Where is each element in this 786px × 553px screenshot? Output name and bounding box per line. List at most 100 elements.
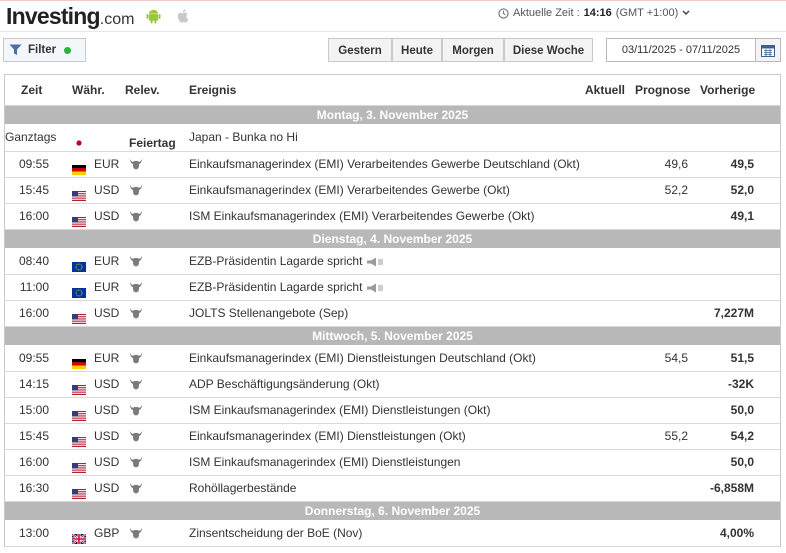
toolbar: Filter Gestern Heute Morgen Diese Woche … bbox=[0, 38, 786, 64]
event-row[interactable]: 16:30 USD Rohöllagerbestände -6,858M bbox=[5, 476, 780, 502]
event-row[interactable]: 16:00 USD JOLTS Stellenangebote (Sep) 7,227… bbox=[5, 301, 780, 327]
event-name[interactable]: ADP Beschäftigungsänderung (Okt) bbox=[189, 372, 380, 397]
event-currency: USD bbox=[94, 377, 120, 391]
bull-icon bbox=[129, 184, 143, 196]
event-row[interactable]: 09:55 EUR Einkaufsmanagerindex (EMI) Diens… bbox=[5, 346, 780, 372]
speech-icon bbox=[362, 280, 384, 294]
bull-icon bbox=[129, 210, 143, 222]
chevron-down-icon[interactable] bbox=[682, 10, 690, 16]
event-row[interactable]: 15:00 USD ISM Einkaufsmanagerindex (EMI) D… bbox=[5, 398, 780, 424]
event-row[interactable]: 11:00 EUR EZB-Präsidentin Lagarde spricht bbox=[5, 275, 780, 301]
col-event[interactable]: Ereignis bbox=[189, 83, 236, 97]
clock-icon bbox=[498, 7, 509, 19]
event-previous: 7,227M bbox=[713, 306, 754, 320]
event-time: 16:00 bbox=[18, 209, 49, 223]
bull-icon bbox=[129, 456, 143, 468]
top-bar: Investing.com Aktuelle Zeit : 14:16 (GMT… bbox=[0, 0, 786, 32]
flag-us-icon bbox=[72, 379, 86, 395]
event-time: 15:00 bbox=[18, 403, 49, 417]
event-time: 08:40 bbox=[18, 254, 49, 268]
event-name[interactable]: Einkaufsmanagerindex (EMI) Verarbeitende… bbox=[189, 152, 580, 177]
event-name[interactable]: ISM Einkaufsmanagerindex (EMI) Dienstlei… bbox=[189, 450, 460, 475]
today-button[interactable]: Heute bbox=[392, 38, 442, 62]
event-row[interactable]: 08:40 EUR EZB-Präsidentin Lagarde spricht bbox=[5, 249, 780, 275]
bull-icon bbox=[129, 482, 143, 494]
yesterday-button[interactable]: Gestern bbox=[328, 38, 392, 62]
event-currency: USD bbox=[94, 209, 120, 223]
filter-button[interactable]: Filter bbox=[3, 38, 86, 62]
event-time: Ganztags bbox=[5, 130, 57, 144]
event-currency: USD bbox=[94, 429, 120, 443]
day-separator: Dienstag, 4. November 2025 bbox=[5, 230, 780, 249]
flag-de-icon bbox=[72, 353, 86, 369]
event-name[interactable]: EZB-Präsidentin Lagarde spricht bbox=[189, 275, 384, 300]
tomorrow-button[interactable]: Morgen bbox=[442, 38, 504, 62]
flag-eu-icon bbox=[72, 256, 86, 272]
event-row[interactable]: 16:00 USD ISM Einkaufsmanagerindex (EMI) V… bbox=[5, 204, 780, 230]
event-previous: 54,2 bbox=[730, 429, 754, 443]
event-time: 13:00 bbox=[18, 526, 49, 540]
flag-jp-icon bbox=[72, 132, 86, 148]
flag-gb-icon bbox=[71, 528, 87, 545]
event-row[interactable]: 15:45 USD Einkaufsmanagerindex (EMI) Diens… bbox=[5, 424, 780, 450]
flag-de-icon bbox=[72, 159, 86, 175]
event-name[interactable]: Zinsentscheidung der BoE (Nov) bbox=[189, 521, 362, 546]
event-time: 14:15 bbox=[18, 377, 49, 391]
col-time[interactable]: Zeit bbox=[21, 83, 42, 97]
col-actual[interactable]: Aktuell bbox=[585, 83, 625, 97]
clock-timezone: (GMT +1:00) bbox=[615, 7, 679, 19]
date-range-input[interactable]: 03/11/2025 - 07/11/2025 bbox=[606, 38, 756, 62]
this-week-button[interactable]: Diese Woche bbox=[504, 38, 593, 62]
col-previous[interactable]: Vorherige bbox=[700, 83, 755, 97]
clock[interactable]: Aktuelle Zeit : 14:16 (GMT +1:00) bbox=[498, 7, 690, 19]
event-name[interactable]: ISM Einkaufsmanagerindex (EMI) Dienstlei… bbox=[189, 398, 490, 423]
event-previous: 52,0 bbox=[730, 183, 754, 197]
filter-label: Filter bbox=[28, 44, 57, 56]
event-name[interactable]: Rohöllagerbestände bbox=[189, 476, 296, 501]
event-time: 15:45 bbox=[18, 429, 49, 443]
event-row[interactable]: 14:15 USD ADP Beschäftigungsänderung (Okt)… bbox=[5, 372, 780, 398]
event-name[interactable]: JOLTS Stellenangebote (Sep) bbox=[189, 301, 348, 326]
investing-logo[interactable]: Investing.com bbox=[6, 3, 134, 30]
event-row[interactable]: 15:45 USD Einkaufsmanagerindex (EMI) Verar… bbox=[5, 178, 780, 204]
event-time: 09:55 bbox=[18, 157, 49, 171]
event-name[interactable]: Einkaufsmanagerindex (EMI) Dienstleistun… bbox=[189, 346, 536, 371]
event-name[interactable]: EZB-Präsidentin Lagarde spricht bbox=[189, 249, 384, 274]
day-separator: Donnerstag, 6. November 2025 bbox=[5, 502, 780, 521]
col-importance[interactable]: Relev. bbox=[125, 83, 159, 97]
flag-us-icon bbox=[72, 483, 86, 499]
event-previous: 51,5 bbox=[730, 351, 754, 365]
event-name[interactable]: Einkaufsmanagerindex (EMI) Dienstleistun… bbox=[189, 424, 466, 449]
event-previous: -6,858M bbox=[709, 481, 754, 495]
bull-icon bbox=[129, 404, 143, 416]
event-row[interactable]: 13:00 GBP Zinsentscheidung der BoE (Nov) 4,… bbox=[5, 521, 780, 547]
flag-us-icon bbox=[72, 405, 86, 421]
event-currency: GBP bbox=[94, 526, 120, 540]
event-previous: 50,0 bbox=[730, 455, 754, 469]
apple-icon[interactable] bbox=[176, 8, 191, 24]
economic-calendar-table: Zeit Währ. Relev. Ereignis Aktuell Progn… bbox=[4, 74, 781, 547]
event-time: 16:30 bbox=[18, 481, 49, 495]
event-time: 09:55 bbox=[18, 351, 49, 365]
event-row[interactable]: 16:00 USD ISM Einkaufsmanagerindex (EMI) D… bbox=[5, 450, 780, 476]
calendar-button[interactable] bbox=[756, 38, 781, 62]
event-row[interactable]: Ganztags Feiertag Japan - Bunka no Hi bbox=[5, 125, 780, 152]
col-currency[interactable]: Währ. bbox=[72, 83, 105, 97]
event-name[interactable]: Einkaufsmanagerindex (EMI) Verarbeitende… bbox=[189, 178, 510, 203]
event-currency: EUR bbox=[94, 254, 120, 268]
flag-us-icon bbox=[72, 308, 86, 324]
funnel-icon bbox=[9, 44, 22, 55]
event-name[interactable]: ISM Einkaufsmanagerindex (EMI) Verarbeit… bbox=[189, 204, 534, 229]
col-forecast[interactable]: Prognose bbox=[635, 83, 690, 97]
event-time: 16:00 bbox=[18, 306, 49, 320]
event-previous: 49,1 bbox=[730, 209, 754, 223]
event-name[interactable]: Japan - Bunka no Hi bbox=[189, 125, 298, 150]
event-row[interactable]: 09:55 EUR Einkaufsmanagerindex (EMI) Verar… bbox=[5, 152, 780, 178]
bull-icon bbox=[129, 255, 143, 267]
event-currency: USD bbox=[94, 306, 120, 320]
flag-us-icon bbox=[72, 431, 86, 447]
logo-suffix: .com bbox=[99, 11, 135, 28]
flag-us-icon bbox=[72, 457, 86, 473]
event-previous: -32K bbox=[727, 377, 754, 391]
android-icon[interactable] bbox=[146, 8, 161, 24]
